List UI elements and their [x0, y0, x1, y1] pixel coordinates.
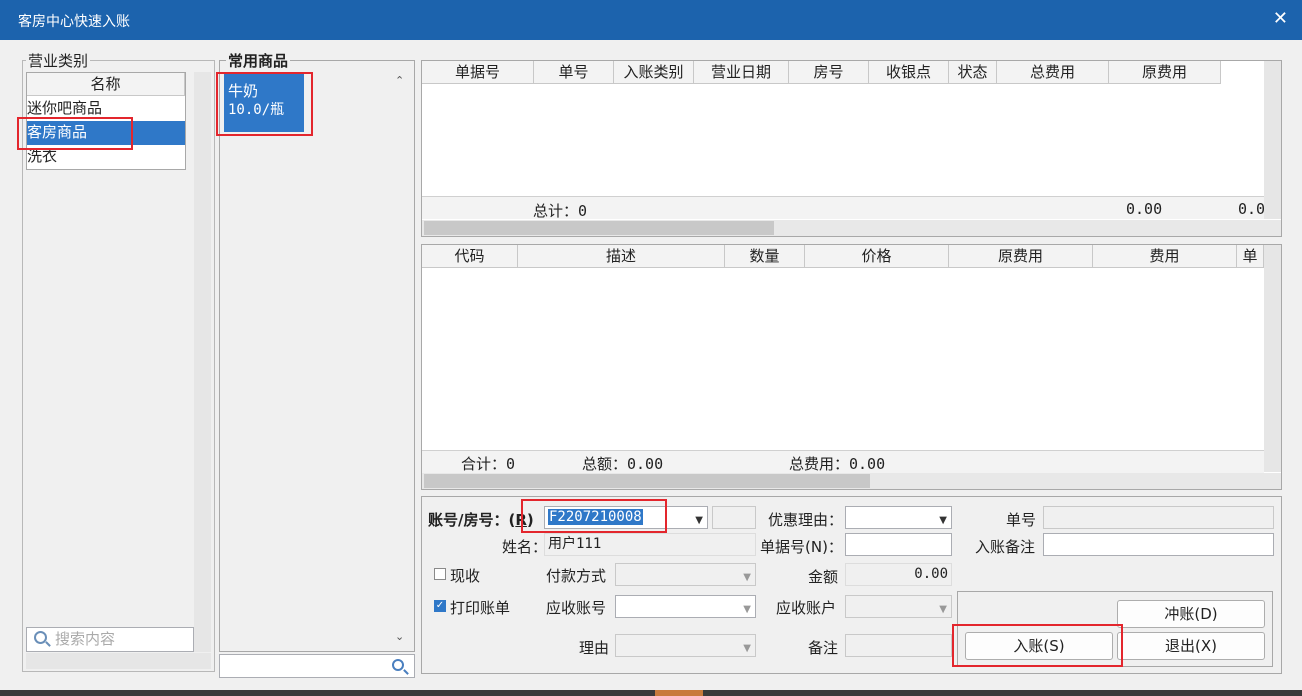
chevron-down-icon[interactable]: ▼: [939, 510, 947, 531]
chevron-down-icon: ▼: [743, 572, 751, 583]
search-icon-handle: [45, 641, 51, 647]
cash-label: 现收: [450, 567, 481, 585]
print-checkbox[interactable]: ✓: [434, 600, 446, 612]
taskbar-strip: [0, 690, 1302, 696]
receivable-acct-label: 应收账户: [776, 599, 837, 617]
account-extra-field: [712, 506, 756, 529]
category-panel-legend: 营业类别: [26, 50, 91, 71]
items-column-header[interactable]: 代码: [422, 245, 518, 268]
receivable-no-label: 应收账号: [546, 599, 607, 617]
chevron-down-icon: ▼: [743, 643, 751, 654]
category-item[interactable]: 洗衣: [27, 145, 185, 169]
bill-no-field[interactable]: [845, 533, 952, 556]
reverse-button[interactable]: 冲账(D): [1117, 600, 1265, 628]
account-value: F2207210008: [548, 509, 643, 525]
payment-select[interactable]: ▼: [615, 563, 756, 586]
name-label: 姓名：: [502, 538, 548, 556]
bills-footer-count: 总计：0: [533, 202, 588, 220]
common-goods-legend: 常用商品: [226, 50, 291, 71]
category-vscroll[interactable]: [194, 72, 211, 652]
payment-label: 付款方式: [546, 567, 607, 585]
goods-price: 10.0/瓶: [228, 102, 285, 118]
bills-vscroll[interactable]: [1264, 61, 1281, 219]
category-item[interactable]: 客房商品: [27, 121, 185, 145]
post-button[interactable]: 入账(S): [965, 632, 1113, 660]
receivable-no-select[interactable]: ▼: [615, 595, 756, 618]
remark-field: [845, 634, 952, 657]
window-title: 客房中心快速入账: [18, 14, 130, 30]
close-icon[interactable]: ✕: [1273, 8, 1288, 29]
search-icon-handle: [403, 669, 409, 675]
items-vscroll[interactable]: [1264, 245, 1281, 472]
cash-checkbox[interactable]: [434, 568, 446, 580]
account-combo[interactable]: F2207210008 ▼: [544, 506, 708, 529]
bills-column-header[interactable]: 单据号: [422, 61, 534, 84]
amount-label: 金额: [808, 568, 839, 586]
reason-label: 理由: [579, 639, 610, 657]
goods-name: 牛奶: [228, 82, 259, 100]
chevron-down-icon[interactable]: ▼: [695, 510, 703, 531]
bills-column-header[interactable]: 房号: [789, 61, 869, 84]
print-label: 打印账单: [450, 599, 511, 617]
bills-column-header[interactable]: 营业日期: [694, 61, 789, 84]
bills-column-header[interactable]: 总费用: [997, 61, 1109, 84]
amount-field: 0.00: [845, 563, 952, 586]
bills-hscroll[interactable]: [422, 220, 1281, 236]
bills-column-header[interactable]: 单号: [534, 61, 614, 84]
category-hscroll[interactable]: [26, 653, 211, 669]
title-bar: 客房中心快速入账 ✕: [0, 0, 1302, 40]
bills-column-header[interactable]: 状态: [949, 61, 997, 84]
items-column-header[interactable]: 原费用: [949, 245, 1093, 268]
bills-column-header[interactable]: 原费用: [1109, 61, 1221, 84]
items-footer-total: 总费用：0.00: [789, 455, 886, 473]
bills-hscroll-thumb[interactable]: [424, 221, 774, 235]
account-label-text: 账号/房号：(: [428, 511, 516, 529]
category-column-header[interactable]: 名称: [27, 73, 185, 96]
common-goods-panel: [219, 60, 415, 652]
category-item[interactable]: 迷你吧商品: [27, 97, 185, 121]
exit-button[interactable]: 退出(X): [1117, 632, 1265, 660]
bills-column-header[interactable]: 收银点: [869, 61, 949, 84]
chevron-up-icon[interactable]: ⌃: [395, 74, 404, 87]
reason-select[interactable]: ▼: [615, 634, 756, 657]
account-label: 账号/房号：(R): [428, 511, 534, 529]
order-no-label: 单号: [1006, 511, 1037, 529]
items-footer-count: 合计：0: [461, 455, 516, 473]
taskbar-active-tab: [655, 690, 703, 696]
account-label-key: R: [515, 511, 527, 529]
amount-value: 0.00: [914, 566, 948, 582]
search-icon: [392, 659, 404, 671]
items-column-header[interactable]: 数量: [725, 245, 805, 268]
category-search-input[interactable]: 搜索内容: [26, 627, 194, 652]
items-hscroll[interactable]: [422, 473, 1281, 489]
bill-no-label: 单据号(N)：: [760, 538, 843, 556]
bills-column-header[interactable]: 入账类别: [614, 61, 694, 84]
items-footer-amount: 总额：0.00: [582, 455, 664, 473]
chevron-down-icon[interactable]: ⌄: [395, 630, 404, 643]
name-value: 用户111: [548, 536, 602, 552]
discount-select[interactable]: ▼: [845, 506, 952, 529]
entry-remark-label: 入账备注: [975, 538, 1036, 556]
remark-label: 备注: [808, 639, 839, 657]
name-field: 用户111: [544, 533, 756, 556]
items-column-header[interactable]: 单: [1237, 245, 1264, 268]
chevron-down-icon: ▼: [743, 604, 751, 615]
items-hscroll-thumb[interactable]: [424, 474, 870, 488]
chevron-down-icon: ▼: [939, 604, 947, 615]
goods-search-input[interactable]: [219, 654, 415, 678]
items-column-header[interactable]: 费用: [1093, 245, 1237, 268]
bills-footer-total: 0.00: [1126, 200, 1163, 218]
receivable-acct-select[interactable]: ▼: [845, 595, 952, 618]
items-column-header[interactable]: 描述: [518, 245, 725, 268]
category-search-placeholder: 搜索内容: [55, 630, 116, 648]
goods-tile-milk[interactable]: 牛奶 10.0/瓶: [224, 72, 304, 132]
entry-remark-field[interactable]: [1043, 533, 1274, 556]
discount-label: 优惠理由：: [768, 511, 844, 529]
bills-footer-original: 0.00: [1238, 200, 1264, 218]
items-column-header[interactable]: 价格: [805, 245, 949, 268]
order-no-field: [1043, 506, 1274, 529]
